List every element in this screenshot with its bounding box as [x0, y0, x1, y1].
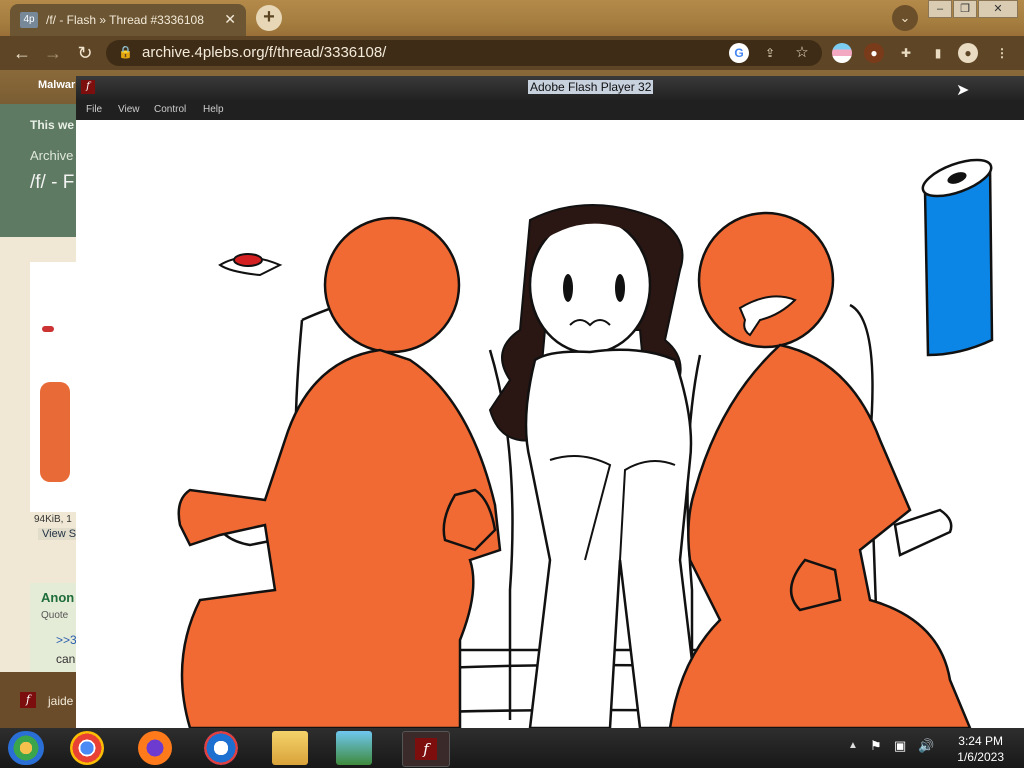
- reload-icon[interactable]: ↻: [73, 41, 97, 65]
- lock-icon: 🔒: [118, 45, 133, 59]
- volume-icon[interactable]: 🔊: [918, 738, 934, 754]
- minimize-button[interactable]: –: [928, 0, 952, 18]
- thumbnail-image[interactable]: [30, 262, 76, 512]
- download-item-name[interactable]: jaide: [48, 694, 73, 708]
- menu-help[interactable]: Help: [203, 104, 224, 115]
- tab-favicon: 4p: [20, 12, 38, 28]
- google-icon[interactable]: G: [729, 43, 749, 63]
- quote-link[interactable]: >>3: [56, 633, 77, 647]
- girl-eye-left: [563, 274, 573, 302]
- firefox-taskbar-icon[interactable]: [138, 731, 172, 765]
- side-panel-icon[interactable]: ▮: [928, 43, 948, 63]
- view-same-link[interactable]: View S: [38, 528, 81, 540]
- girl-face: [528, 215, 652, 355]
- menu-icon[interactable]: ⋮: [992, 43, 1012, 63]
- menu-view[interactable]: View: [118, 104, 140, 115]
- mouse-cursor-icon: ➤: [956, 82, 970, 99]
- flash-taskbar-icon: f: [415, 738, 437, 760]
- page-board-title: /f/ - F: [30, 172, 75, 193]
- orange-man-left: [177, 216, 502, 728]
- blue-paper-towel-roll: [921, 158, 994, 357]
- browser-tab[interactable]: 4p /f/ - Flash » Thread #3336108 ✕: [10, 4, 246, 36]
- share-icon[interactable]: ⇪: [760, 43, 780, 63]
- left-man-head: [323, 216, 461, 354]
- obama-app-taskbar-icon[interactable]: [204, 731, 238, 765]
- page-notice-text: This we: [30, 118, 75, 132]
- address-bar[interactable]: 🔒 archive.4plebs.org/f/thread/3336108/: [106, 40, 822, 66]
- page-archive-text: Archive: [30, 148, 74, 163]
- chrome-taskbar-icon[interactable]: [70, 731, 104, 765]
- girl-body: [524, 348, 702, 728]
- system-clock[interactable]: 3:24 PM 1/6/2023: [957, 733, 1004, 765]
- network-app-taskbar-icon[interactable]: [336, 731, 372, 765]
- flash-window-title: Adobe Flash Player 32: [528, 80, 654, 94]
- show-hidden-icons[interactable]: ▲: [848, 740, 858, 751]
- flash-taskbar-button[interactable]: f: [402, 731, 450, 767]
- back-icon[interactable]: ←: [10, 41, 34, 65]
- new-tab-button[interactable]: +: [256, 5, 282, 31]
- file-explorer-taskbar-icon[interactable]: [272, 731, 308, 765]
- start-button-icon[interactable]: [8, 731, 44, 765]
- url-text: archive.4plebs.org/f/thread/3336108/: [142, 44, 387, 61]
- red-button-icon: [218, 253, 283, 277]
- flash-app-icon: f: [81, 80, 95, 94]
- file-info-text: 94KiB, 1: [34, 514, 72, 525]
- flash-file-icon: f: [20, 692, 36, 708]
- menu-control[interactable]: Control: [154, 104, 186, 115]
- flash-titlebar: Adobe Flash Player 32: [76, 76, 1024, 100]
- extensions-icon[interactable]: ✚: [896, 43, 916, 63]
- bookmark-item[interactable]: Malwar: [38, 79, 75, 91]
- quoted-by-text: Quote: [41, 610, 69, 621]
- orange-man-right: [668, 211, 972, 728]
- network-icon[interactable]: ▣: [894, 738, 906, 754]
- close-tab-icon[interactable]: ✕: [224, 11, 236, 28]
- close-button[interactable]: ✕: [978, 0, 1018, 18]
- flash-stage[interactable]: [80, 120, 1024, 728]
- extension-avatar-icon[interactable]: ●: [864, 43, 884, 63]
- clock-date: 1/6/2023: [957, 750, 1004, 764]
- clock-time: 3:24 PM: [958, 734, 1003, 748]
- tab-title: /f/ - Flash » Thread #3336108: [46, 13, 204, 27]
- animation-frame: [177, 158, 994, 728]
- tab-search-icon[interactable]: ⌄: [892, 5, 918, 31]
- profile-icon[interactable]: ●: [958, 43, 978, 63]
- girl-eye-right: [615, 274, 625, 302]
- forward-icon[interactable]: →: [41, 41, 65, 65]
- reply-text: can: [56, 652, 76, 666]
- restore-button[interactable]: ❐: [953, 0, 977, 18]
- menu-file[interactable]: File: [86, 104, 102, 115]
- action-center-flag-icon[interactable]: ⚑: [870, 738, 882, 754]
- poster-name: Anon: [41, 590, 75, 605]
- extension-flag-icon[interactable]: [832, 43, 852, 63]
- bookmark-star-icon[interactable]: ☆: [792, 43, 812, 63]
- right-man-head: [697, 211, 835, 349]
